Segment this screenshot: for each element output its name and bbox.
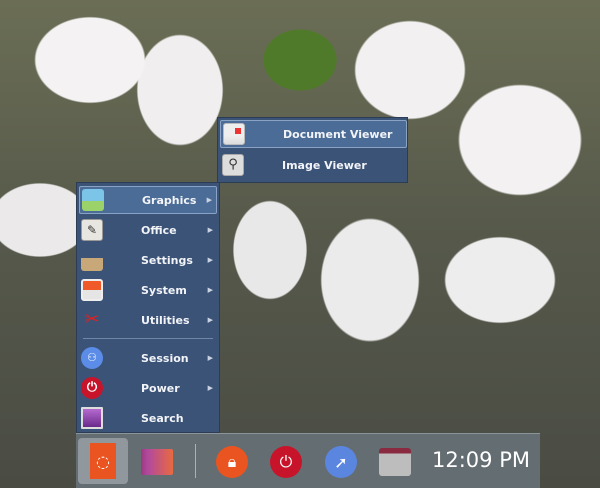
chevron-right-icon: ▶ xyxy=(207,286,213,294)
menu-item-power[interactable]: ⏻ Power ▶ xyxy=(79,374,217,402)
web-browser-button[interactable]: ➚ xyxy=(321,442,361,482)
menu-item-utilities[interactable]: ✂ Utilities ▶ xyxy=(79,306,217,334)
menu-separator xyxy=(83,338,213,339)
submenu-item-document-viewer[interactable]: Document Viewer xyxy=(220,120,407,148)
chevron-right-icon: ▶ xyxy=(207,256,213,264)
chevron-right-icon: ▶ xyxy=(207,354,213,362)
utilities-icon: ✂ xyxy=(84,309,100,330)
graphics-submenu: Document Viewer ⚲ Image Viewer xyxy=(217,117,408,183)
menu-item-office[interactable]: ✎ Office ▶ xyxy=(79,216,217,244)
ubuntu-logo-icon: ◌ xyxy=(90,443,116,479)
session-icon: ⚇ xyxy=(81,347,103,369)
workspace-icon xyxy=(141,449,173,475)
shutdown-button[interactable]: ⏻ xyxy=(266,442,306,482)
search-icon xyxy=(81,407,103,429)
chevron-right-icon: ▶ xyxy=(207,226,213,234)
ubuntu-menu-button[interactable]: ◌ xyxy=(78,438,128,484)
office-icon: ✎ xyxy=(81,219,103,241)
menu-item-graphics[interactable]: Graphics ▶ xyxy=(79,186,217,214)
file-manager-button[interactable] xyxy=(375,442,415,482)
power-icon: ⏻ xyxy=(270,446,302,478)
chevron-right-icon: ▶ xyxy=(206,196,212,204)
power-icon: ⏻ xyxy=(81,377,103,399)
application-menu: Graphics ▶ ✎ Office ▶ Settings ▶ System ▶ ✂ Ut… xyxy=(76,182,220,433)
chevron-right-icon: ▶ xyxy=(207,384,213,392)
image-viewer-icon: ⚲ xyxy=(222,154,244,176)
taskbar: ◌ 🔒︎ ⏻ ➚ 12:09 PM xyxy=(76,433,540,488)
lock-screen-button[interactable]: 🔒︎ xyxy=(212,442,252,482)
menu-item-search[interactable]: Search xyxy=(79,404,217,432)
menu-item-system[interactable]: System ▶ xyxy=(79,276,217,304)
clock[interactable]: 12:09 PM xyxy=(432,448,530,472)
folder-icon xyxy=(379,448,411,476)
menu-item-session[interactable]: ⚇ Session ▶ xyxy=(79,344,217,372)
settings-icon xyxy=(81,249,103,271)
workspace-button[interactable] xyxy=(137,442,177,482)
lock-icon: 🔒︎ xyxy=(216,446,248,478)
system-icon xyxy=(81,279,103,301)
document-viewer-icon xyxy=(223,123,245,145)
graphics-icon xyxy=(82,189,104,211)
menu-item-settings[interactable]: Settings ▶ xyxy=(79,246,217,274)
chevron-right-icon: ▶ xyxy=(207,316,213,324)
panel-separator xyxy=(195,444,196,478)
compass-icon: ➚ xyxy=(325,446,357,478)
submenu-item-image-viewer[interactable]: ⚲ Image Viewer xyxy=(220,151,407,179)
